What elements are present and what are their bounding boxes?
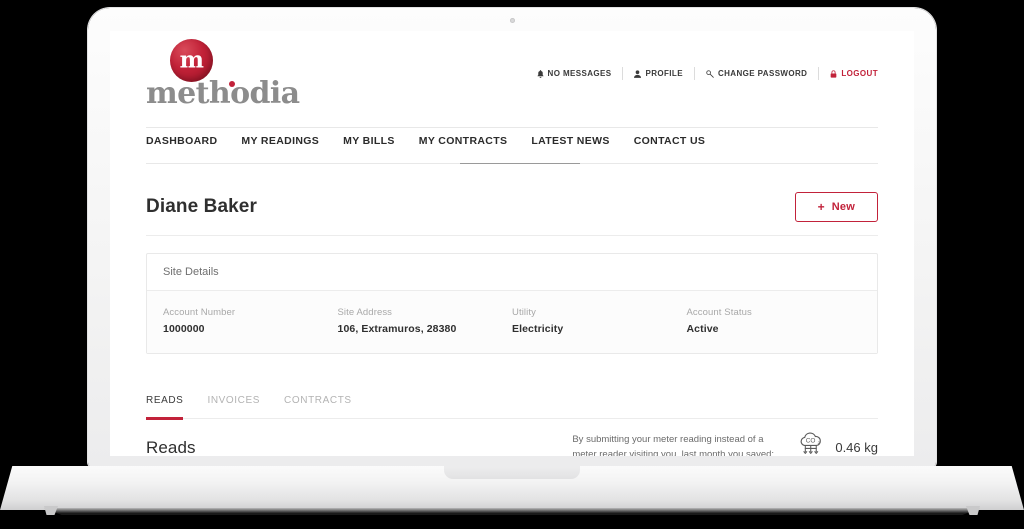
field-account-number: Account Number 1000000 [163,307,338,335]
screenshot-stage: m methodia NO MESSAGES [0,0,1024,529]
co2-amount: 0.46 kg [835,440,878,455]
key-icon [706,70,714,78]
laptop-lid: m methodia NO MESSAGES [88,8,936,468]
field-label: Utility [512,307,687,318]
top-link-label: NO MESSAGES [548,69,612,78]
field-label: Site Address [338,307,513,318]
plus-icon: + [818,201,825,213]
new-button-label: New [832,201,855,213]
tab-contracts[interactable]: CONTRACTS [284,395,352,418]
co2-saving-block: By submitting your meter reading instead… [572,431,878,456]
laptop-base-shadow [38,508,986,515]
brand-logo[interactable]: m methodia [146,39,300,111]
nav-item-contact-us[interactable]: CONTACT US [634,135,706,147]
logo-dot-icon [229,81,235,87]
status-badge: Active [687,323,862,335]
field-value: Electricity [512,323,687,335]
header-divider [146,127,878,128]
top-link-label: PROFILE [645,69,682,78]
main-nav: DASHBOARD MY READINGS MY BILLS MY CONTRA… [146,135,705,147]
field-value: 1000000 [163,323,338,335]
bell-icon [537,70,544,78]
webcam-icon [510,18,515,23]
laptop-base-notch [444,466,580,479]
top-link-logout[interactable]: LOGOUT [819,69,878,78]
page-title: Diane Baker [146,196,257,218]
nav-item-dashboard[interactable]: DASHBOARD [146,135,217,147]
top-link-no-messages[interactable]: NO MESSAGES [526,69,623,78]
top-link-label: LOGOUT [841,69,878,78]
person-icon [634,70,641,78]
content-tabs: READS INVOICES CONTRACTS [146,383,878,419]
logo-mark-letter: m [170,46,213,73]
saved-message: By submitting your meter reading instead… [572,433,782,456]
site-details-fields: Account Number 1000000 Site Address 106,… [147,291,877,353]
nav-item-my-contracts[interactable]: MY CONTRACTS [419,135,508,147]
new-button[interactable]: + New [795,192,878,222]
reads-section: Reads By submitting your meter reading i… [146,431,878,456]
nav-divider-accent [460,163,580,164]
co2-readout: CO 2 0.46 kg [796,431,878,456]
nav-item-latest-news[interactable]: LATEST NEWS [531,135,609,147]
top-link-label: CHANGE PASSWORD [718,69,807,78]
field-value: 106, Extramuros, 28380 [338,323,513,335]
field-site-address: Site Address 106, Extramuros, 28380 [338,307,513,335]
logo-wordmark: methodia [146,76,300,111]
field-utility: Utility Electricity [512,307,687,335]
tab-invoices[interactable]: INVOICES [207,395,260,418]
field-label: Account Status [687,307,862,318]
svg-text:CO: CO [806,438,816,445]
title-divider [146,235,878,236]
tab-reads[interactable]: READS [146,395,183,418]
site-details-heading: Site Details [147,254,877,291]
nav-item-my-readings[interactable]: MY READINGS [241,135,319,147]
top-link-change-password[interactable]: CHANGE PASSWORD [695,69,818,78]
utility-nav: NO MESSAGES PROFILE [526,67,878,80]
field-label: Account Number [163,307,338,318]
page-title-row: Diane Baker + New [146,179,878,235]
field-account-status: Account Status Active [687,307,862,335]
top-link-profile[interactable]: PROFILE [623,69,693,78]
site-header: m methodia NO MESSAGES [110,31,914,115]
reads-title: Reads [146,438,196,457]
web-page: m methodia NO MESSAGES [110,31,914,456]
laptop-foot-right [966,506,980,515]
nav-item-my-bills[interactable]: MY BILLS [343,135,395,147]
laptop-foot-left [44,506,58,515]
lock-icon [830,70,837,78]
co2-cloud-icon: CO 2 [796,431,826,456]
laptop-screen: m methodia NO MESSAGES [110,31,914,456]
site-details-card: Site Details Account Number 1000000 Site… [146,253,878,354]
